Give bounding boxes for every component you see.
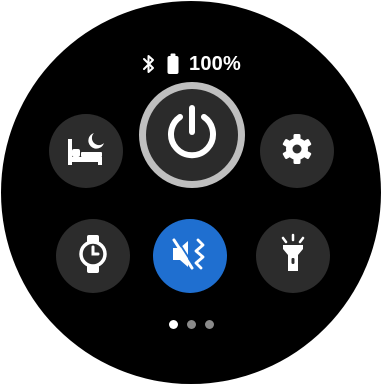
page-dot-1	[168, 320, 178, 329]
watch-face: 100%	[1, 1, 381, 384]
bedtime-mode-button[interactable]	[49, 114, 123, 188]
watch-icon	[78, 234, 108, 279]
battery-level: 100%	[189, 52, 241, 75]
page-dot-2	[186, 320, 196, 329]
flashlight-button[interactable]	[256, 219, 330, 293]
mute-vibrate-icon	[170, 236, 210, 277]
power-icon	[161, 102, 223, 169]
battery-icon	[167, 53, 179, 75]
settings-button[interactable]	[260, 114, 334, 188]
flashlight-icon	[276, 233, 310, 280]
page-dot-3	[204, 320, 214, 329]
gear-icon	[280, 132, 314, 171]
sound-mode-button[interactable]	[153, 219, 227, 293]
power-button[interactable]	[139, 82, 245, 188]
watch-only-mode-button[interactable]	[56, 219, 130, 293]
bed-moon-icon	[64, 129, 108, 174]
bluetooth-icon	[141, 53, 157, 75]
page-indicator	[1, 320, 381, 329]
status-bar: 100%	[1, 49, 381, 79]
power-button-surface	[146, 89, 238, 181]
